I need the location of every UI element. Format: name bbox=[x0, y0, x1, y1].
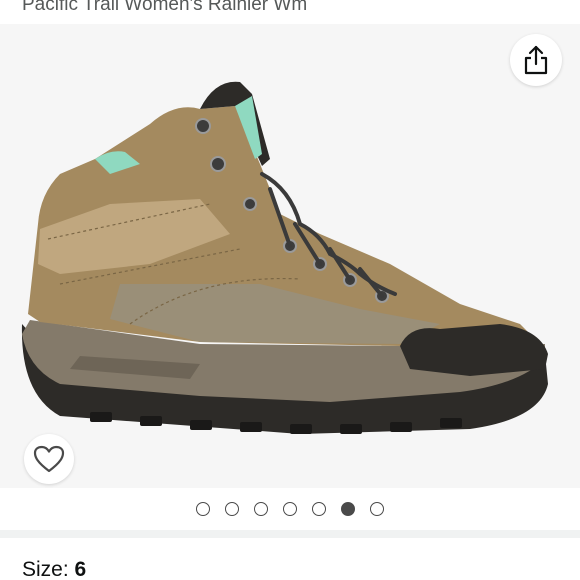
section-divider bbox=[0, 530, 580, 538]
share-icon bbox=[524, 45, 548, 75]
title-bar: Pacific Trail Women's Rainier Wm bbox=[0, 0, 580, 22]
product-title: Pacific Trail Women's Rainier Wm bbox=[22, 0, 308, 15]
page-dot-4[interactable] bbox=[283, 502, 297, 516]
page-dot-5[interactable] bbox=[312, 502, 326, 516]
share-button[interactable] bbox=[510, 34, 562, 86]
size-value: 6 bbox=[74, 558, 87, 580]
page-dot-7[interactable] bbox=[370, 502, 384, 516]
size-label: Size: bbox=[22, 558, 69, 580]
size-selection: Size: 6 bbox=[22, 558, 86, 580]
gallery-pagination bbox=[0, 488, 580, 530]
wishlist-button[interactable] bbox=[24, 434, 74, 484]
heart-icon bbox=[33, 445, 65, 473]
page-dot-3[interactable] bbox=[254, 502, 268, 516]
page-dot-2[interactable] bbox=[225, 502, 239, 516]
page-dot-1[interactable] bbox=[196, 502, 210, 516]
image-gallery[interactable] bbox=[0, 24, 580, 488]
toe-cap bbox=[400, 324, 548, 376]
page-dot-6-active[interactable] bbox=[341, 502, 355, 516]
boot-image bbox=[21, 81, 548, 434]
product-page: Pacific Trail Women's Rainier Wm Size: 6 bbox=[0, 0, 580, 580]
